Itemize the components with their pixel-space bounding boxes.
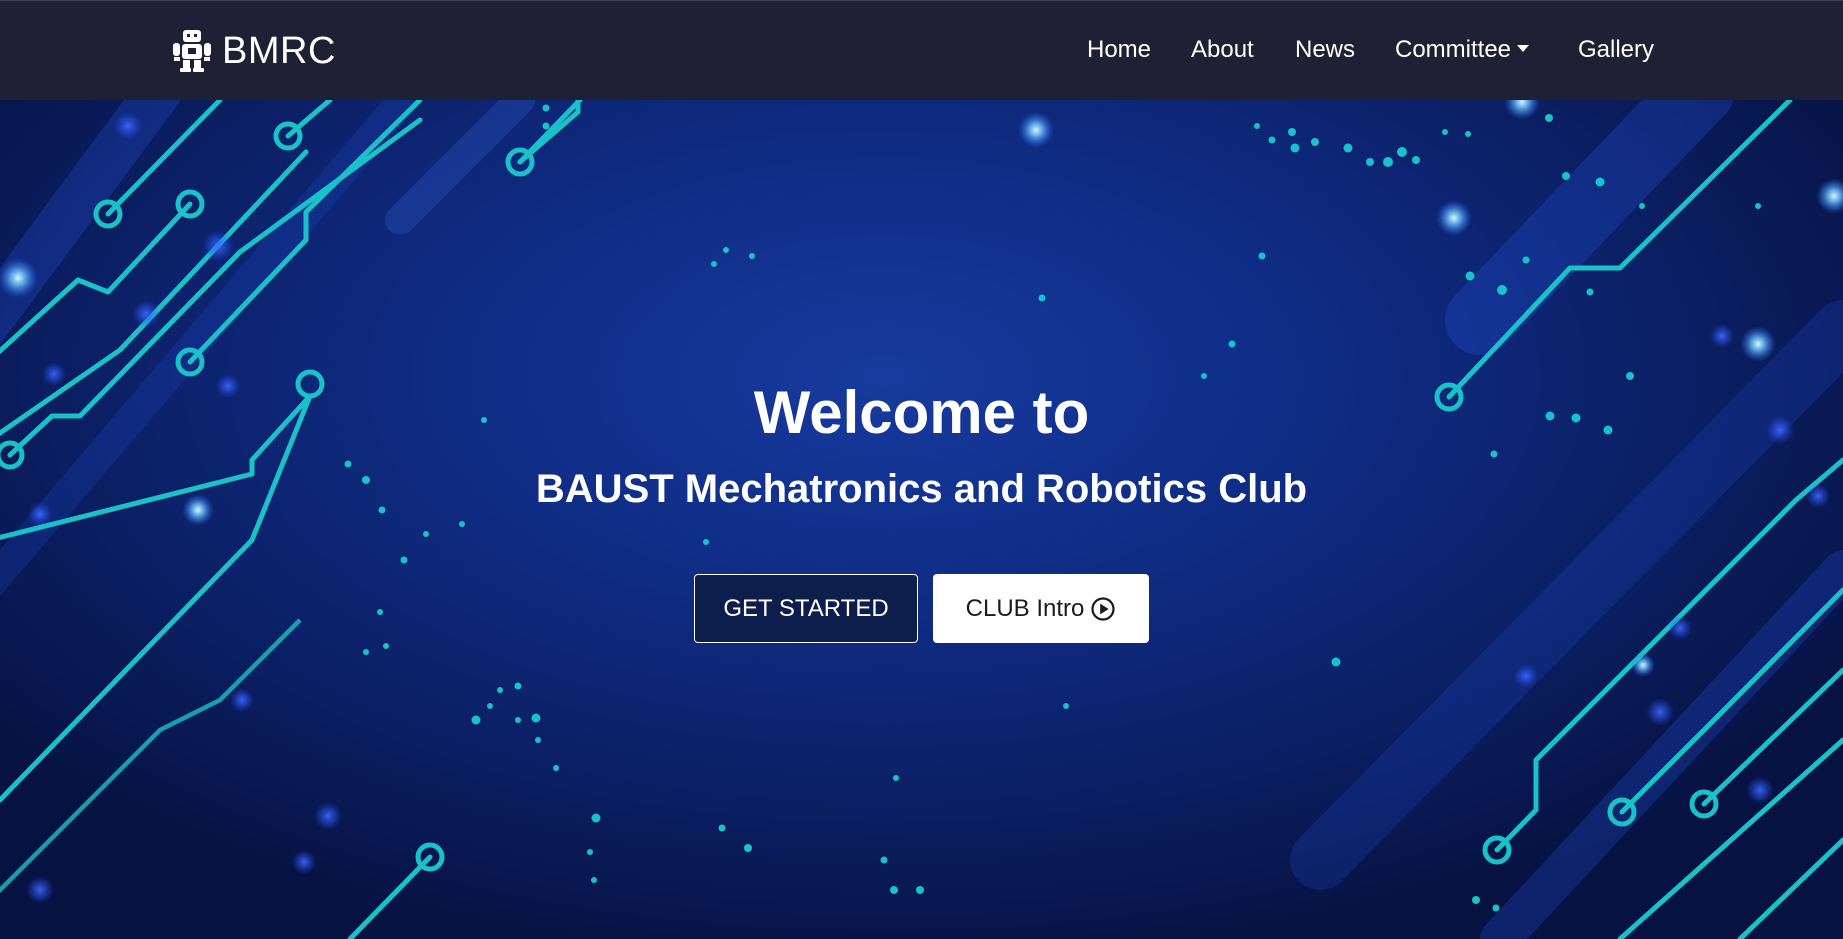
nav-news[interactable]: News bbox=[1295, 31, 1355, 69]
nav-home[interactable]: Home bbox=[1087, 31, 1151, 69]
hero-section: Welcome to BAUST Mechatronics and Roboti… bbox=[0, 100, 1843, 939]
caret-down-icon bbox=[1517, 45, 1530, 53]
club-intro-button[interactable]: CLUB Intro bbox=[933, 574, 1149, 643]
hero-subtitle: BAUST Mechatronics and Robotics Club bbox=[535, 467, 1308, 511]
brand-text: BMRC bbox=[222, 29, 336, 72]
play-circle-icon bbox=[1091, 596, 1115, 621]
navbar: BMRC Home About News Committee Gallery bbox=[0, 0, 1843, 100]
circuit-background bbox=[0, 100, 1843, 939]
nav-committee-dropdown[interactable]: Committee bbox=[1395, 31, 1530, 69]
hero-title: Welcome to bbox=[753, 379, 1090, 446]
brand-link[interactable]: BMRC bbox=[172, 27, 336, 75]
club-intro-label: CLUB Intro bbox=[965, 594, 1085, 622]
nav-gallery[interactable]: Gallery bbox=[1578, 31, 1654, 69]
get-started-button[interactable]: GET STARTED bbox=[694, 574, 918, 643]
nav-about[interactable]: About bbox=[1191, 31, 1254, 69]
nav-committee-label: Committee bbox=[1395, 36, 1512, 63]
robot-icon bbox=[173, 30, 211, 72]
